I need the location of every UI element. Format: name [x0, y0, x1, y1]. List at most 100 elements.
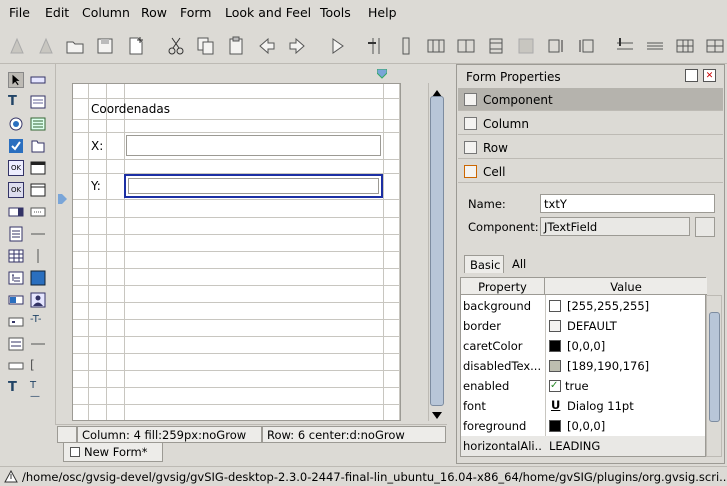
- label-tool-icon[interactable]: T: [8, 94, 24, 110]
- menu-help[interactable]: Help: [368, 5, 397, 20]
- x-label[interactable]: X:: [91, 139, 103, 153]
- undo-icon[interactable]: [256, 35, 278, 57]
- slider-tool-icon[interactable]: [8, 336, 24, 352]
- cut-icon[interactable]: [165, 35, 187, 57]
- image-tool-icon[interactable]: [30, 292, 46, 308]
- name-field[interactable]: txtY: [540, 194, 715, 213]
- button-tool-icon[interactable]: [30, 72, 46, 88]
- document-tool-icon[interactable]: [8, 226, 24, 242]
- property-table[interactable]: Property Value background [255,255,255] bo…: [460, 277, 707, 457]
- radio-tool-icon[interactable]: [8, 116, 24, 132]
- property-row[interactable]: border DEFAULT: [461, 316, 705, 336]
- spinner-tool-icon[interactable]: [30, 204, 46, 220]
- toggle-button-tool-icon[interactable]: [8, 292, 24, 308]
- property-value[interactable]: [0,0,0]: [567, 419, 605, 433]
- value-header[interactable]: Value: [545, 278, 707, 295]
- vertical-separator-tool-icon[interactable]: [30, 248, 46, 264]
- menu-look-and-feel[interactable]: Look and Feel: [225, 5, 311, 20]
- property-row[interactable]: foreground [0,0,0]: [461, 416, 705, 436]
- checkbox-icon[interactable]: ✓: [549, 380, 561, 392]
- tab-basic[interactable]: Basic: [464, 255, 504, 273]
- property-value[interactable]: [0,0,0]: [567, 339, 605, 353]
- property-row[interactable]: horizontalAli... LEADING: [461, 436, 705, 456]
- grid-large-icon[interactable]: [704, 35, 726, 57]
- property-scroll-thumb[interactable]: [709, 312, 720, 422]
- formatted-field-tool-icon[interactable]: [8, 314, 24, 330]
- property-value[interactable]: DEFAULT: [567, 319, 617, 333]
- menu-row[interactable]: Row: [141, 5, 167, 20]
- remove-disabled-icon[interactable]: [35, 35, 57, 57]
- merge-disabled-icon[interactable]: [515, 35, 537, 57]
- property-row[interactable]: disabledTex... [189,190,176]: [461, 356, 705, 376]
- separator-tool-icon[interactable]: [30, 226, 46, 242]
- menu-tools[interactable]: Tools: [320, 5, 351, 20]
- form-title-label[interactable]: Coordenadas: [91, 102, 170, 116]
- frame-tool-icon[interactable]: [30, 182, 46, 198]
- y-text-field[interactable]: [128, 178, 379, 194]
- close-icon[interactable]: ✕: [703, 69, 716, 82]
- section-column[interactable]: Column: [458, 112, 723, 135]
- pointer-tool-icon[interactable]: [8, 72, 24, 88]
- canvas-scrollbar[interactable]: [428, 83, 445, 421]
- property-header[interactable]: Property: [461, 278, 545, 295]
- section-row[interactable]: Row: [458, 136, 723, 159]
- menu-file[interactable]: File: [9, 5, 30, 20]
- tab-all[interactable]: All: [507, 255, 537, 273]
- columns-icon[interactable]: [425, 35, 447, 57]
- tree-tool-icon[interactable]: [8, 270, 24, 286]
- ok-button-tool-icon[interactable]: OK: [8, 160, 24, 176]
- form-grid[interactable]: [72, 83, 401, 421]
- y-label[interactable]: Y:: [91, 179, 101, 193]
- window-tool-icon[interactable]: [30, 160, 46, 176]
- menu-edit[interactable]: Edit: [45, 5, 69, 20]
- column-marker-icon[interactable]: [376, 68, 388, 79]
- property-value[interactable]: LEADING: [549, 439, 600, 453]
- section-component[interactable]: Component: [458, 88, 723, 111]
- label-separator-tool-icon[interactable]: T—: [30, 380, 46, 402]
- edit-component-icon[interactable]: [695, 217, 715, 237]
- text-tool-icon[interactable]: T: [8, 380, 24, 396]
- run-icon[interactable]: [326, 35, 348, 57]
- divider-tool-icon[interactable]: [30, 336, 46, 352]
- textarea-tool-icon[interactable]: [30, 94, 46, 110]
- redo-icon[interactable]: [286, 35, 308, 57]
- align-right-icon[interactable]: [545, 35, 567, 57]
- property-row[interactable]: enabled ✓ true: [461, 376, 705, 396]
- property-value[interactable]: true: [565, 379, 589, 393]
- align-left-icon[interactable]: [575, 35, 597, 57]
- table-tool-icon[interactable]: [8, 248, 24, 264]
- row-lines-icon[interactable]: [644, 35, 666, 57]
- columns-alt-icon[interactable]: [455, 35, 477, 57]
- property-scrollbar[interactable]: [706, 295, 722, 457]
- progress-tool-icon[interactable]: [8, 358, 24, 374]
- y-text-field-selected[interactable]: [124, 174, 383, 198]
- menu-form[interactable]: Form: [180, 5, 212, 20]
- combobox-tool-icon[interactable]: [8, 204, 24, 220]
- column-icon[interactable]: [395, 35, 417, 57]
- add-disabled-icon[interactable]: [6, 35, 28, 57]
- scroll-down-icon[interactable]: [432, 409, 442, 423]
- scroll-thumb[interactable]: [430, 96, 444, 406]
- menu-column[interactable]: Column: [82, 5, 130, 20]
- property-row[interactable]: background [255,255,255]: [461, 296, 705, 316]
- list-tool-icon[interactable]: [30, 116, 46, 132]
- property-row[interactable]: caretColor [0,0,0]: [461, 336, 705, 356]
- restore-icon[interactable]: [685, 69, 698, 82]
- property-value[interactable]: [189,190,176]: [567, 359, 649, 373]
- property-value[interactable]: Dialog 11pt: [567, 399, 634, 413]
- x-text-field[interactable]: [126, 135, 381, 156]
- panel-tool-icon[interactable]: [30, 138, 46, 154]
- save-icon[interactable]: [94, 35, 116, 57]
- checkbox-tool-icon[interactable]: [8, 138, 24, 154]
- open-folder-icon[interactable]: [64, 35, 86, 57]
- insert-row-icon[interactable]: [614, 35, 636, 57]
- title-tool-icon[interactable]: -T-: [30, 314, 46, 330]
- new-file-icon[interactable]: [125, 35, 147, 57]
- bracket-tool-icon[interactable]: [: [30, 358, 46, 374]
- row-marker-icon[interactable]: [58, 193, 68, 204]
- copy-icon[interactable]: [195, 35, 217, 57]
- tab-new-form[interactable]: New Form*: [63, 443, 163, 462]
- property-row[interactable]: font U Dialog 11pt: [461, 396, 705, 416]
- property-value[interactable]: [255,255,255]: [567, 299, 649, 313]
- section-cell[interactable]: Cell: [458, 160, 723, 183]
